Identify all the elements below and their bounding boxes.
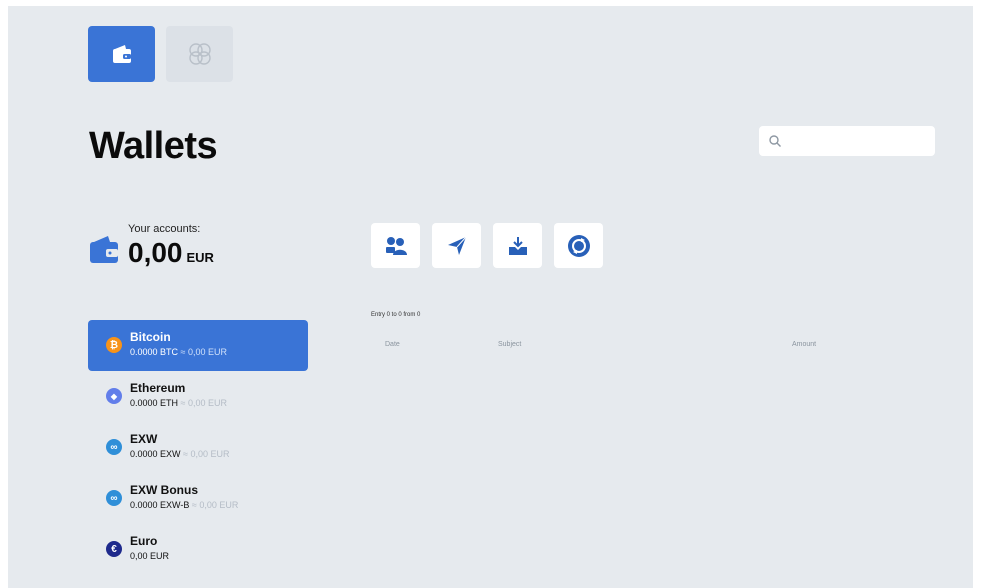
accounts-currency: EUR	[186, 250, 214, 265]
wallet-balance: 0.0000 ETH ≈ 0,00 EUR	[130, 398, 228, 408]
exw-nav-button[interactable]	[166, 26, 233, 82]
send-button[interactable]	[432, 223, 481, 268]
ethereum-icon: ◆	[106, 388, 122, 404]
wallet-nav-button[interactable]	[88, 26, 155, 82]
wallet-icon	[112, 45, 131, 63]
exw-bonus-icon: ∞	[106, 490, 122, 506]
column-header-date[interactable]: Date	[385, 341, 400, 348]
wallet-list: ₿ Bitcoin 0.0000 BTC ≈ 0,00 EUR ◆ Ethere…	[88, 320, 308, 575]
page-title: Wallets	[89, 125, 218, 167]
wallet-item-ethereum[interactable]: ◆ Ethereum 0.0000 ETH ≈ 0,00 EUR	[88, 371, 308, 422]
search-icon	[769, 135, 781, 147]
exchange-icon	[567, 234, 590, 257]
table-entry-info: Entry 0 to 0 from 0	[371, 312, 421, 318]
wallet-item-euro[interactable]: € Euro 0,00 EUR	[88, 524, 308, 575]
search-input[interactable]	[759, 126, 935, 156]
wallet-name: Bitcoin	[130, 330, 171, 344]
exw-icon: ∞	[106, 439, 122, 455]
wallet-balance: 0.0000 EXW ≈ 0,00 EUR	[130, 449, 230, 459]
accounts-wallet-icon	[90, 236, 118, 263]
exchange-button[interactable]	[554, 223, 603, 268]
wallet-name: EXW	[130, 432, 158, 446]
app-frame: Wallets Your accounts: 0,00 EUR Entry 0 …	[8, 6, 973, 588]
bitcoin-icon: ₿	[106, 337, 122, 353]
wallet-balance: 0.0000 BTC ≈ 0,00 EUR	[130, 347, 228, 357]
action-toolbar	[371, 223, 603, 268]
column-header-amount[interactable]: Amount	[792, 341, 816, 348]
contacts-button[interactable]	[371, 223, 420, 268]
accounts-amount: 0,00	[128, 237, 183, 268]
wallet-item-exw-bonus[interactable]: ∞ EXW Bonus 0.0000 EXW-B ≈ 0,00 EUR	[88, 473, 308, 524]
wallet-name: Ethereum	[130, 381, 186, 395]
download-icon	[508, 236, 527, 255]
wallet-balance: 0,00 EUR	[130, 551, 170, 561]
exw-logo-icon	[188, 43, 211, 65]
users-icon	[385, 236, 407, 255]
wallet-name: EXW Bonus	[130, 483, 198, 497]
accounts-total: 0,00 EUR	[128, 237, 214, 269]
column-header-subject[interactable]: Subject	[498, 341, 521, 348]
wallet-item-bitcoin[interactable]: ₿ Bitcoin 0.0000 BTC ≈ 0,00 EUR	[88, 320, 308, 371]
accounts-label: Your accounts:	[128, 223, 201, 235]
wallet-name: Euro	[130, 534, 158, 548]
wallet-item-exw[interactable]: ∞ EXW 0.0000 EXW ≈ 0,00 EUR	[88, 422, 308, 473]
wallet-balance: 0.0000 EXW-B ≈ 0,00 EUR	[130, 500, 239, 510]
euro-icon: €	[106, 541, 122, 557]
send-icon	[447, 236, 466, 255]
receive-button[interactable]	[493, 223, 542, 268]
